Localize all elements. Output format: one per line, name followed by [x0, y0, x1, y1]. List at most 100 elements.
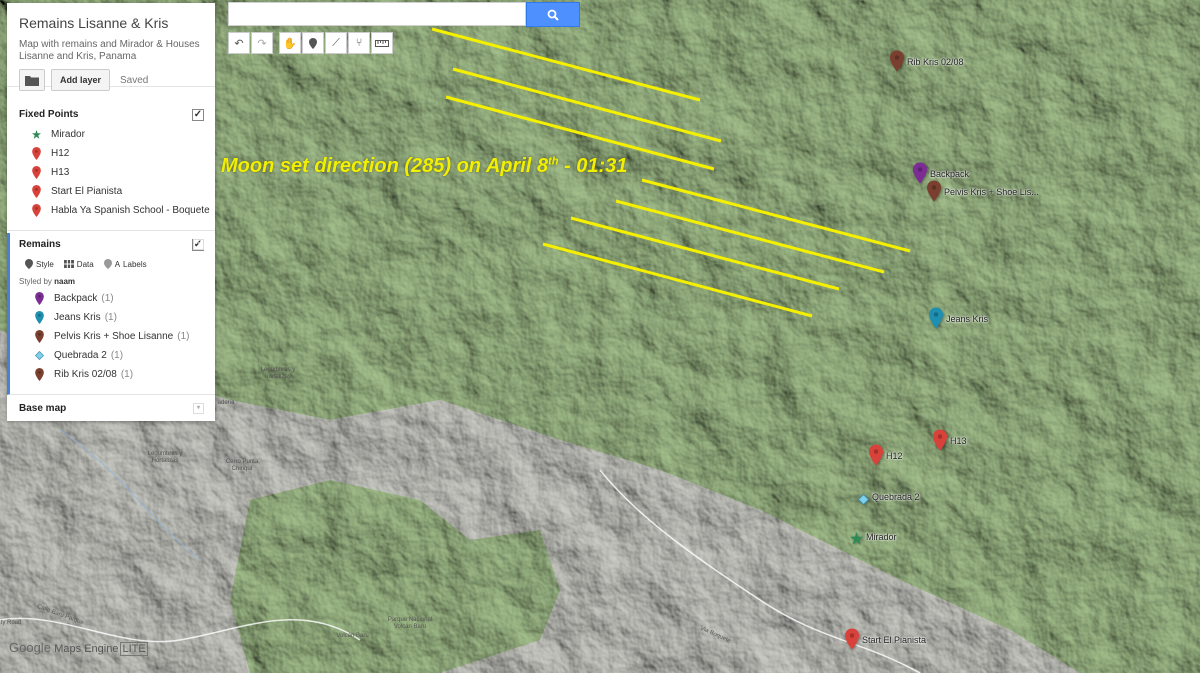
- terrain-label: Volcán Baru: [336, 633, 369, 639]
- draw-line-button[interactable]: ⟋: [325, 32, 347, 54]
- tab-data[interactable]: Data: [63, 260, 94, 269]
- marker-label: Pelvis Kris + Shoe Lis...: [944, 187, 1039, 197]
- list-item-label: Pelvis Kris + Shoe Lisanne: [54, 331, 174, 342]
- list-item[interactable]: Quebrada 2 (1): [10, 346, 215, 365]
- ruler-icon: [375, 39, 389, 47]
- star-icon: [31, 130, 41, 139]
- list-item-count: (1): [110, 350, 124, 361]
- pin-icon: [31, 166, 41, 179]
- list-item-label: Habla Ya Spanish School - Boquete: [51, 205, 210, 216]
- map-marker[interactable]: H13: [933, 429, 967, 456]
- folder-icon: [25, 75, 39, 86]
- layer-title: Remains: [19, 238, 61, 250]
- map-marker[interactable]: Start El Pianista: [845, 628, 926, 655]
- open-folder-button[interactable]: [19, 69, 45, 91]
- layer-base-map: Base map ▾: [7, 397, 215, 421]
- layer-header[interactable]: Base map ▾: [7, 397, 215, 419]
- terrain-label: aderia: [217, 400, 235, 406]
- add-layer-button[interactable]: Add layer: [51, 69, 111, 91]
- search-button[interactable]: [526, 2, 580, 27]
- pin-icon: [845, 628, 859, 650]
- list-item[interactable]: Jeans Kris (1): [10, 308, 215, 327]
- map-description[interactable]: Map with remains and Mirador & Houses Li…: [19, 39, 209, 63]
- list-item[interactable]: Mirador: [7, 125, 215, 144]
- marker-icon: [309, 37, 317, 49]
- marker-label: H12: [886, 451, 903, 461]
- list-item-label: Rib Kris 02/08: [54, 369, 117, 380]
- polyline-icon: ⟋: [332, 36, 340, 49]
- search-icon: [547, 9, 559, 21]
- list-item-label: H13: [51, 167, 70, 178]
- diamond-icon: [34, 351, 44, 360]
- style-pin-icon: [25, 259, 33, 269]
- pin-icon: [869, 444, 883, 466]
- list-item[interactable]: Rib Kris 02/08 (1): [10, 365, 215, 384]
- map-marker[interactable]: Jeans Kris: [929, 307, 988, 334]
- base-map-dropdown[interactable]: ▾: [193, 403, 204, 414]
- marker-label: Rib Kris 02/08: [907, 57, 964, 67]
- tab-labels[interactable]: A Labels: [103, 259, 147, 269]
- terrain-label: ty Road: [0, 620, 22, 626]
- header-actions: Add layer Saved: [19, 69, 148, 91]
- google-attribution: Google Maps Engine LITE: [9, 640, 148, 656]
- direction-line: [431, 27, 701, 102]
- pin-icon: [31, 204, 41, 217]
- pin-icon: [31, 147, 41, 160]
- list-item[interactable]: Habla Ya Spanish School - Boquete: [7, 201, 215, 220]
- map-marker[interactable]: H12: [869, 444, 903, 471]
- measure-button[interactable]: [371, 32, 393, 54]
- google-logo: Google: [9, 640, 51, 655]
- undo-button[interactable]: ↶: [228, 32, 250, 54]
- undo-icon: ↶: [234, 37, 244, 50]
- layers-panel: Remains Lisanne & Kris Map with remains …: [7, 3, 215, 421]
- direction-line: [641, 178, 911, 253]
- redo-button[interactable]: ↷: [251, 32, 273, 54]
- layer-options-dropdown[interactable]: ▾: [193, 239, 204, 250]
- styled-by: Styled by naam: [19, 276, 76, 286]
- layer-title: Fixed Points: [19, 108, 79, 120]
- list-item[interactable]: H12: [7, 144, 215, 163]
- layer-header[interactable]: Fixed Points ✓: [7, 103, 215, 125]
- terrain-label: Legumbres y Hortalizas: [147, 451, 183, 464]
- list-item-label: Jeans Kris: [54, 312, 101, 323]
- diamond-icon: [857, 493, 870, 506]
- layer-header[interactable]: Remains ✓: [10, 233, 215, 255]
- list-item-count: (1): [177, 331, 190, 342]
- map-title[interactable]: Remains Lisanne & Kris: [19, 15, 203, 31]
- search-input[interactable]: [228, 2, 526, 26]
- layer-remains: Remains ✓ Style Data A Labels ▾ Styled by…: [7, 233, 215, 395]
- map-marker[interactable]: Quebrada 2: [857, 492, 920, 510]
- grid-icon: [63, 260, 74, 268]
- list-item-label: H12: [51, 148, 70, 159]
- directions-button[interactable]: ⑂: [348, 32, 370, 54]
- label-pin-icon: [103, 259, 112, 269]
- route-split-icon: ⑂: [355, 37, 363, 49]
- pin-icon: [890, 50, 904, 72]
- layer-visibility-checkbox[interactable]: ✓: [192, 109, 204, 121]
- saved-status: Saved: [120, 74, 149, 86]
- marker-label: Quebrada 2: [872, 492, 920, 502]
- pin-icon: [34, 330, 44, 343]
- list-item[interactable]: H13: [7, 163, 215, 182]
- list-item[interactable]: Pelvis Kris + Shoe Lisanne (1): [10, 327, 215, 346]
- pan-button[interactable]: ✋: [279, 32, 301, 54]
- hand-icon: ✋: [283, 37, 297, 50]
- map-toolbar: ↶ ↷ ✋ ⟋ ⑂: [228, 32, 394, 54]
- direction-line: [615, 199, 885, 274]
- list-item-label: Start El Pianista: [51, 186, 123, 197]
- add-marker-button[interactable]: [302, 32, 324, 54]
- list-item[interactable]: Start El Pianista: [7, 182, 215, 201]
- direction-line: [542, 242, 813, 318]
- moon-direction-annotation: Moon set direction (285) on April 8th - …: [221, 155, 628, 177]
- map-marker[interactable]: Mirador: [850, 532, 897, 550]
- map-marker[interactable]: Pelvis Kris + Shoe Lis...: [927, 180, 1039, 207]
- tab-style[interactable]: Style: [25, 259, 54, 269]
- marker-label: H13: [950, 436, 967, 446]
- list-item-count: (1): [101, 293, 114, 304]
- terrain-label: Parque Nacional Volcán Baru: [387, 617, 433, 630]
- list-item[interactable]: Backpack (1): [10, 289, 215, 308]
- pin-icon: [933, 429, 947, 451]
- map-marker[interactable]: Rib Kris 02/08: [890, 50, 964, 77]
- terrain-label: Legumbres y hortalizas: [260, 367, 296, 380]
- pin-icon: [34, 311, 44, 324]
